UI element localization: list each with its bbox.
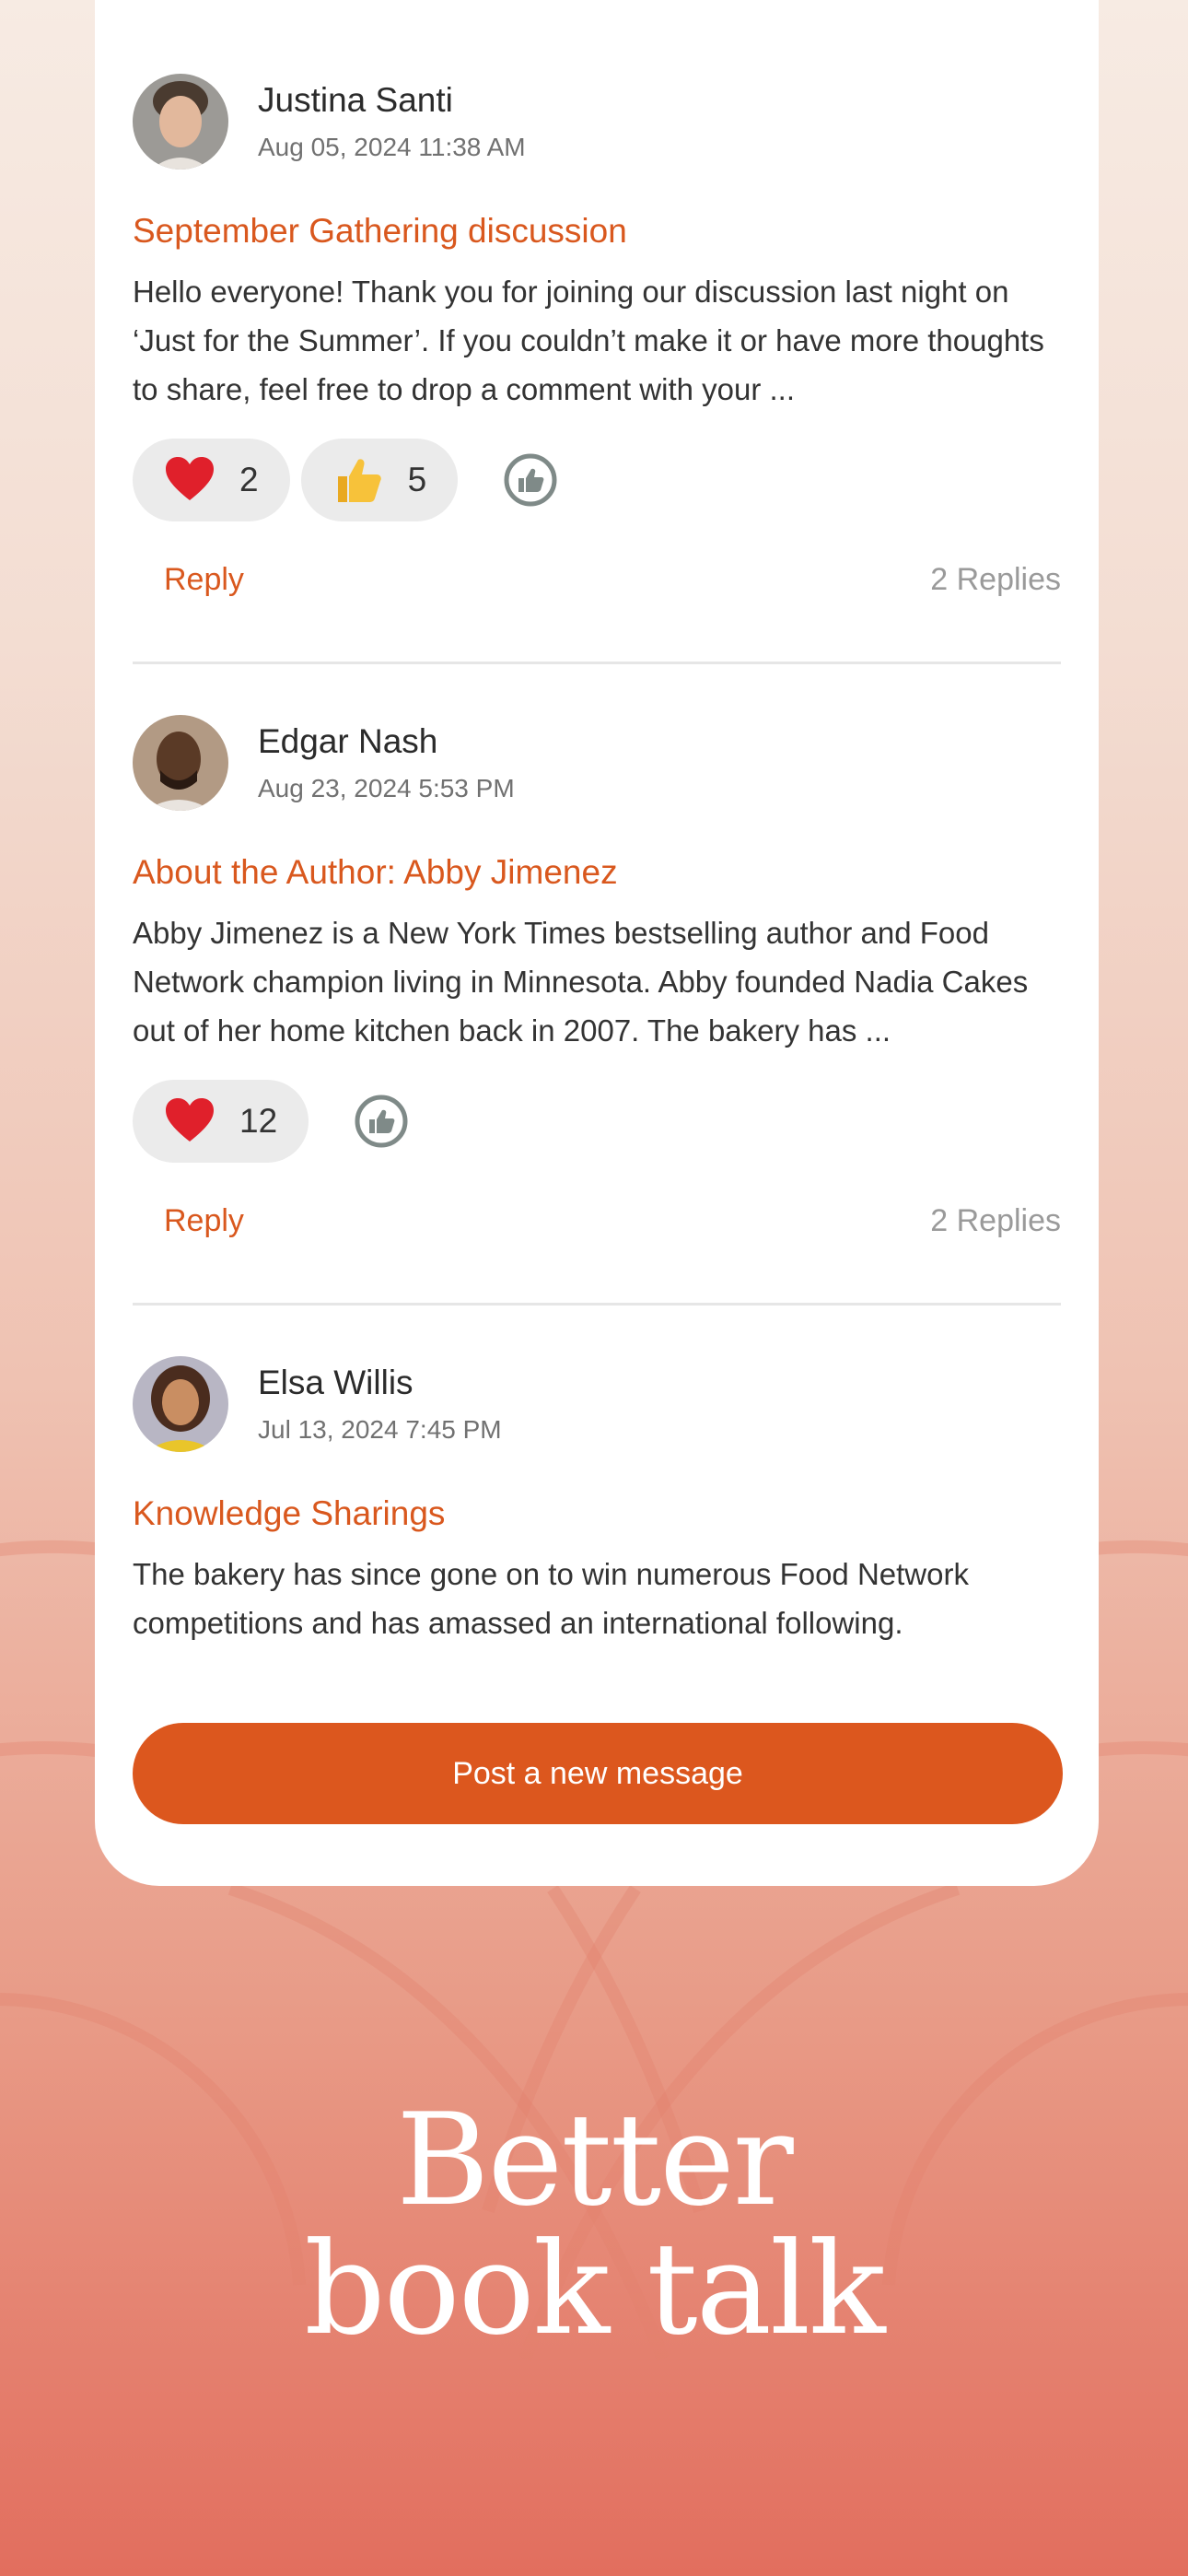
- avatar[interactable]: [133, 715, 228, 811]
- reaction-thumbs-up[interactable]: 5: [300, 439, 459, 521]
- post-divider: [133, 1303, 1061, 1306]
- author-name[interactable]: Elsa Willis: [258, 1364, 413, 1402]
- reactions-row: 2 5: [133, 439, 557, 521]
- post-date: Aug 23, 2024 5:53 PM: [258, 774, 515, 802]
- heart-icon: [166, 457, 214, 500]
- tagline-line-2: book talk: [304, 2215, 885, 2363]
- post-title[interactable]: About the Author: Abby Jimenez: [133, 853, 618, 892]
- avatar[interactable]: [133, 74, 228, 170]
- post-title[interactable]: September Gathering discussion: [133, 212, 627, 251]
- post-item[interactable]: Elsa Willis Jul 13, 2024 7:45 PM Knowled…: [133, 1356, 1061, 1669]
- add-reaction-icon[interactable]: [504, 453, 557, 507]
- post-date: Jul 13, 2024 7:45 PM: [258, 1415, 502, 1444]
- post-item[interactable]: Edgar Nash Aug 23, 2024 5:53 PM About th…: [133, 715, 1061, 1268]
- post-title[interactable]: Knowledge Sharings: [133, 1494, 445, 1533]
- avatar[interactable]: [133, 1356, 228, 1452]
- reaction-heart[interactable]: 12: [133, 1080, 309, 1163]
- reaction-count: 12: [239, 1102, 278, 1140]
- reply-button[interactable]: Reply: [164, 562, 244, 598]
- post-divider: [133, 662, 1061, 664]
- heart-icon: [166, 1098, 214, 1142]
- reaction-heart[interactable]: 2: [133, 439, 290, 521]
- post-body[interactable]: Hello everyone! Thank you for joining ou…: [133, 267, 1061, 414]
- post-body[interactable]: Abby Jimenez is a New York Times bestsel…: [133, 908, 1061, 1055]
- reaction-count: 5: [407, 461, 427, 498]
- reaction-count: 2: [239, 461, 259, 498]
- post-item[interactable]: Justina Santi Aug 05, 2024 11:38 AM Sept…: [133, 74, 1061, 626]
- post-date: Aug 05, 2024 11:38 AM: [258, 133, 526, 161]
- replies-count-link[interactable]: 2 Replies: [930, 1203, 1061, 1239]
- post-body[interactable]: The bakery has since gone on to win nume…: [133, 1550, 1061, 1647]
- post-new-message-button[interactable]: Post a new message: [133, 1723, 1063, 1824]
- author-name[interactable]: Justina Santi: [258, 81, 453, 120]
- reply-button[interactable]: Reply: [164, 1203, 244, 1239]
- tagline-line-1: Better: [396, 2086, 794, 2234]
- replies-count-link[interactable]: 2 Replies: [930, 562, 1061, 598]
- author-name[interactable]: Edgar Nash: [258, 722, 437, 761]
- add-reaction-icon[interactable]: [355, 1095, 408, 1148]
- thumbs-up-icon: [337, 459, 381, 502]
- reactions-row: 12: [133, 1080, 408, 1163]
